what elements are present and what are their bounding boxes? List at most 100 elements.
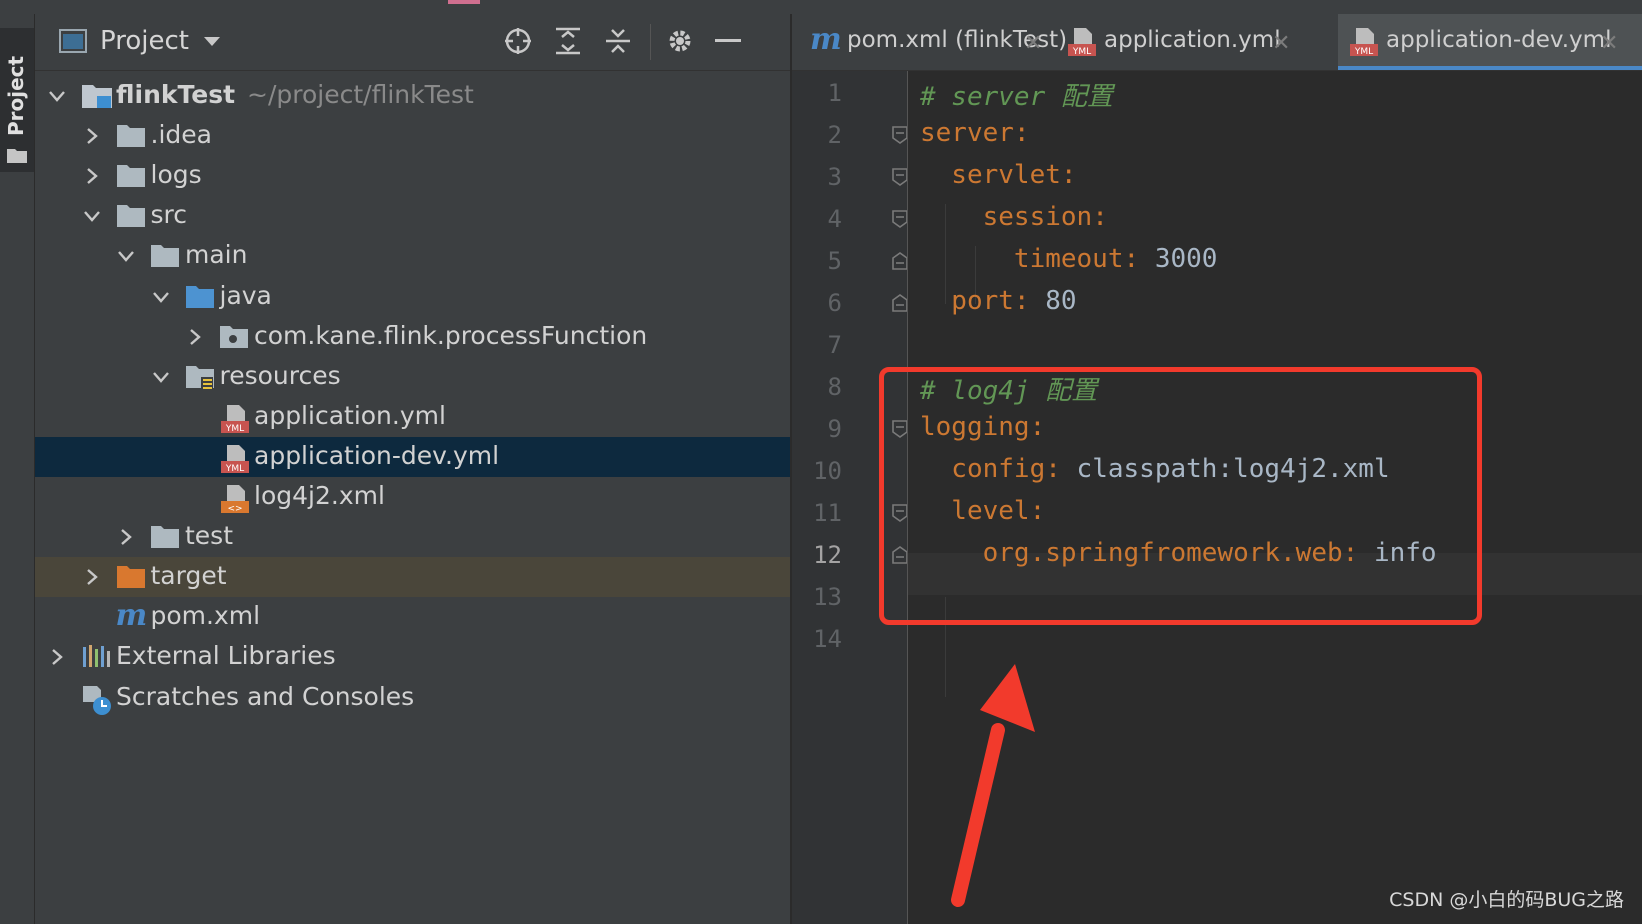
close-icon[interactable]: ✕ [1600,31,1618,56]
folder-icon [7,149,27,163]
maven-icon: m [810,22,842,57]
chevron-down-icon[interactable] [47,86,67,106]
code-token-key: port [920,286,1014,316]
tree-item-external-libraries[interactable]: External Libraries [35,637,790,677]
tab-label: application-dev.yml [1386,27,1612,53]
package-icon [219,323,249,353]
code-token-comment: # server 配置 [920,82,1113,112]
tree-item-flinktest[interactable]: flinkTest ~/project/flinkTest [35,76,790,116]
project-tool-tab[interactable]: Project [0,28,34,172]
tree-item-src[interactable]: src [35,196,790,236]
line-number: 12 [813,541,842,569]
title-bar-strip [0,0,1642,14]
tree-item-label: resources [219,360,341,390]
line-number: 3 [827,163,842,191]
fold-marker-icon[interactable] [892,210,908,228]
line-number: 4 [827,205,842,233]
chevron-down-icon[interactable] [151,367,171,387]
close-icon[interactable]: ✕ [1024,31,1042,56]
tree-item-application-yml[interactable]: YML application.yml [35,397,790,437]
folder-icon [150,242,180,272]
tree-item-main[interactable]: main [35,236,790,276]
tree-item-pom-xml[interactable]: m pom.xml [35,597,790,637]
line-number: 11 [813,499,842,527]
close-icon[interactable]: ✕ [1272,31,1290,56]
tree-item-resources[interactable]: resources [35,357,790,397]
tree-item-label: Scratches and Consoles [116,681,415,711]
svg-text:YML: YML [225,424,244,434]
project-tool-tab-label: Project [4,55,28,136]
fold-marker-icon[interactable] [892,126,908,144]
fold-marker-icon[interactable] [892,294,908,312]
chevron-down-icon[interactable] [82,206,102,226]
line-number: 8 [827,373,842,401]
editor-tab-application-yml[interactable]: YML application.yml ✕ [1054,14,1300,70]
tree-item-java[interactable]: java [35,277,790,317]
chevron-down-icon[interactable] [116,246,136,266]
fold-marker-icon[interactable] [892,168,908,186]
excluded-folder-icon [116,563,146,593]
tree-item-application-dev-yml[interactable]: YML application-dev.yml [35,436,790,477]
project-panel: Project flinkTest ~/project/flinkTest .ide… [35,14,792,924]
chevron-down-icon[interactable] [151,287,171,307]
editor-tab-application-dev-yml[interactable]: YML application-dev.yml ✕ [1338,14,1642,70]
folder-icon [150,523,180,553]
line-number: 2 [827,121,842,149]
svg-text:YML: YML [1072,47,1091,57]
svg-text:<>: <> [227,504,242,514]
locate-icon[interactable] [503,26,533,56]
chevron-right-icon[interactable] [82,166,102,186]
line-number: 1 [827,79,842,107]
editor-tab-bar: m pom.xml (flinkTest) ✕ YML application.… [792,14,1642,71]
code-token-key: session [920,202,1093,232]
tree-item-idea[interactable]: .idea [35,116,790,156]
code-line: # server 配置 [920,76,1113,113]
tree-item-scratches-and-consoles[interactable]: Scratches and Consoles [35,678,790,718]
chevron-right-icon[interactable] [82,567,102,587]
watermark: CSDN @小白的码BUG之路 [1389,889,1624,911]
panel-title[interactable]: Project [100,26,189,56]
minimize-icon[interactable] [715,38,741,44]
editor-tab-pom-xml[interactable]: m pom.xml (flinkTest) ✕ [792,14,1067,70]
project-panel-header: Project [35,14,790,71]
expand-all-icon[interactable] [553,26,583,56]
left-tool-strip: Project [0,14,35,924]
resources-folder-icon [185,363,215,395]
annotation-arrow [951,664,1035,907]
header-divider [650,24,651,60]
chevron-right-icon[interactable] [116,527,136,547]
tree-item-test[interactable]: test [35,517,790,557]
tree-item-logs[interactable]: logs [35,156,790,196]
tree-item-label: src [150,200,188,230]
svg-text:YML: YML [225,464,244,474]
folder-icon [116,202,146,232]
tree-item-label: application-dev.yml [254,440,500,470]
code-token-punc: : [1013,286,1046,316]
fold-marker-icon[interactable] [892,252,908,270]
library-icon [81,643,111,673]
chevron-right-icon[interactable] [82,126,102,146]
collapse-all-icon[interactable] [603,26,633,56]
tree-item-label: java [219,280,272,310]
code-token-punc: : [1123,244,1155,274]
yml-file-icon: YML [219,403,251,439]
line-number: 13 [813,583,842,611]
chevron-down-icon[interactable] [203,36,221,48]
chevron-right-icon[interactable] [47,647,67,667]
tree-item-log4j2-xml[interactable]: <> log4j2.xml [35,477,790,517]
line-number: 7 [827,331,842,359]
code-token-punc: : [1013,118,1030,148]
line-number: 10 [813,457,842,485]
tree-item-target[interactable]: target [35,557,790,598]
tree-item-com-kane-flink-processfunction[interactable]: com.kane.flink.processFunction [35,317,790,357]
gear-icon[interactable] [665,26,695,56]
annotation-highlight-box [879,367,1482,625]
code-token-key: server [920,118,1014,148]
folder-icon [116,162,146,192]
tree-item-label: logs [150,160,202,190]
yml-icon: YML [1350,28,1378,57]
tree-item-label: main [185,240,248,270]
tree-item-label: flinkTest ~/project/flinkTest [116,80,474,109]
window-tab-marker [448,0,480,4]
chevron-right-icon[interactable] [185,327,205,347]
